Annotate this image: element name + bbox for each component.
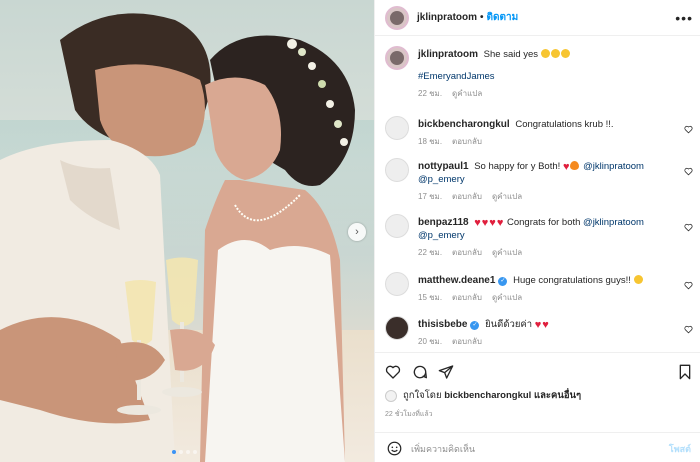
post-photo[interactable]: › [0,0,374,462]
reply-button[interactable]: ตอบกลับ [452,248,482,257]
share-icon[interactable] [438,364,454,380]
follow-button[interactable]: ติดตาม [487,10,519,25]
caption-hashtag[interactable]: #EmeryandJames [418,71,495,82]
comments-list[interactable]: jklinpratoom She said yes #EmeryandJames… [375,36,700,352]
likes-prefix: ถูกใจโดย [403,390,442,401]
author-avatar[interactable] [385,46,409,70]
carousel-indicator [172,450,197,454]
comment-username[interactable]: matthew.deane1 [418,275,495,286]
reply-button[interactable]: ตอบกลับ [452,137,482,146]
comment-username[interactable]: nottypaul1 [418,161,469,172]
carousel-dot [172,450,176,454]
heart-emoji: ♥ [481,217,489,229]
carousel-dot [179,450,183,454]
comment-text: ยินดีด้วยค่า [485,319,533,330]
author-username[interactable]: jklinpratoom [417,12,477,23]
heart-emoji: ♥ [534,319,542,331]
header-separator: • [480,12,484,23]
liker-username[interactable]: bickbencharongkul [444,390,531,401]
likes-summary: ถูกใจโดย bickbencharongkul และคนอื่นๆ [385,388,581,403]
post-panel: jklinpratoom • ติดตาม ••• jklinpratoom S… [374,0,700,462]
comment-text: Congrats for both [507,217,581,228]
comment-mention[interactable]: @p_emery [418,230,465,241]
heart-emoji: ♥ [474,217,481,229]
heart-eyes-emoji [633,275,643,284]
heart-emoji: ♥ [489,217,496,229]
comment-mention[interactable]: @jklinpratoom [583,161,644,172]
commenter-avatar[interactable] [385,316,409,340]
comment-username[interactable]: benpaz118 [418,217,469,228]
caption-username[interactable]: jklinpratoom [418,49,478,60]
verified-badge-icon: ✓ [470,321,480,330]
photo-scene [0,13,355,462]
comment-mention[interactable]: @p_emery [418,174,465,185]
like-comment-heart-icon[interactable] [684,223,693,232]
carousel-dot [186,450,190,454]
post-comment-button[interactable]: โพสต์ [669,442,691,456]
action-bar [375,352,700,388]
comment-time: 22 ชม. [418,248,443,257]
likes-others[interactable]: และคนอื่นๆ [534,388,581,403]
more-icon[interactable]: ••• [675,10,693,26]
author-avatar[interactable] [385,5,409,30]
comment-time: 15 ชม. [418,293,443,302]
add-comment-bar: เพิ่มความคิดเห็น โพสต์ [375,432,700,462]
smile-emoji [560,49,570,58]
translate-button[interactable]: ดูคำแปล [492,248,522,257]
post-time: 22 ชั่วโมงที่แล้ว [385,411,433,418]
commenter-avatar[interactable] [385,272,409,296]
bookmark-icon[interactable] [678,364,692,380]
liker-avatar[interactable] [385,389,397,402]
like-comment-heart-icon[interactable] [684,125,693,134]
like-comment-heart-icon[interactable] [684,281,693,290]
comment-mention[interactable]: @jklinpratoom [583,217,644,228]
commenter-avatar[interactable] [385,158,409,182]
comment-time: 20 ชม. [418,337,443,346]
heart-emoji: ♥ [496,217,504,229]
comment-time: 17 ชม. [418,192,443,201]
caption-translate[interactable]: ดูคำแปล [452,89,482,98]
translate-button[interactable]: ดูคำแปล [492,192,522,201]
like-comment-heart-icon[interactable] [684,167,693,176]
post-header: jklinpratoom • ติดตาม ••• [375,0,700,36]
smile-emoji [540,49,550,58]
caption-text: She said yes [483,49,539,60]
comment-icon[interactable] [412,364,428,380]
heart-icon[interactable] [385,364,401,380]
reply-button[interactable]: ตอบกลับ [452,192,482,201]
caption-time: 22 ชม. [418,89,443,98]
like-comment-heart-icon[interactable] [684,325,693,334]
comment-time: 18 ชม. [418,137,443,146]
heart-emoji: ♥ [542,319,549,331]
translate-button[interactable]: ดูคำแปล [492,293,522,302]
next-arrow-icon: › [355,226,359,238]
comment-text: Congratulations krub !!. [515,119,614,130]
comment-text: So happy for y Both! [474,161,561,172]
reply-button[interactable]: ตอบกลับ [452,337,482,346]
emoji-icon[interactable] [387,441,402,456]
commenter-avatar[interactable] [385,116,409,140]
comment-input[interactable]: เพิ่มความคิดเห็น [411,442,631,456]
smile-emoji [550,49,560,58]
carousel-dot [193,450,197,454]
verified-badge-icon: ✓ [498,277,508,286]
comment-username[interactable]: bickbencharongkul [418,119,510,130]
reply-button[interactable]: ตอบกลับ [452,293,482,302]
heart-emoji: ♥ [562,161,570,173]
next-photo-button[interactable]: › [348,223,366,241]
comment-username[interactable]: thisisbebe [418,319,467,330]
commenter-avatar[interactable] [385,214,409,238]
comment-text: Huge congratulations guys!! [513,275,631,286]
post-viewer: › jklinpratoom • ติดตาม ••• jklinpratoom… [0,0,700,462]
fire-emoji [570,161,580,170]
